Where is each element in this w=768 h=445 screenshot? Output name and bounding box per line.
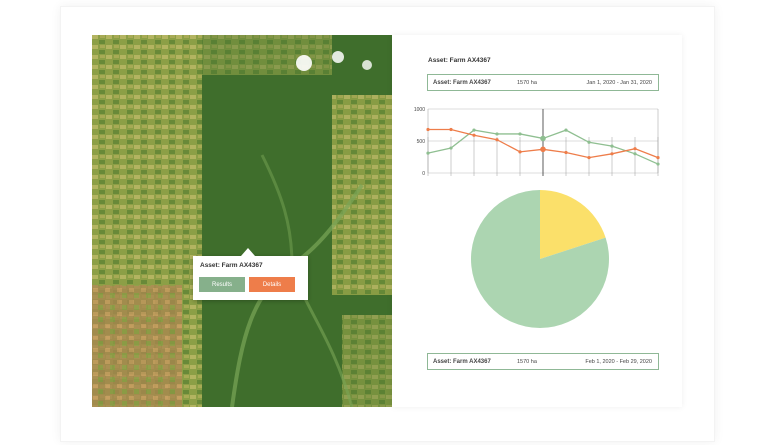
- data-point: [610, 152, 614, 156]
- satellite-image: [92, 35, 392, 407]
- info-bar-area: 1570 ha: [517, 359, 537, 365]
- data-point: [472, 128, 476, 132]
- data-point: [472, 133, 476, 137]
- data-point: [587, 140, 591, 144]
- info-bar-date-range: Feb 1, 2020 - Feb 29, 2020: [585, 359, 652, 365]
- info-bar-area: 1570 ha: [517, 80, 537, 86]
- y-tick-label: 1000: [414, 107, 425, 113]
- y-tick-label: 0: [422, 171, 425, 177]
- info-bar-date-range: Jan 1, 2020 - Jan 31, 2020: [586, 80, 652, 86]
- details-button[interactable]: Details: [249, 277, 295, 292]
- data-point: [449, 127, 453, 132]
- satellite-map[interactable]: [92, 35, 392, 407]
- data-point: [449, 146, 453, 150]
- pie-chart[interactable]: [470, 189, 610, 329]
- data-point: [495, 132, 499, 136]
- data-point: [518, 150, 522, 154]
- data-point: [540, 135, 546, 142]
- data-point: [518, 132, 522, 136]
- data-point: [564, 150, 568, 155]
- data-point: [540, 146, 546, 153]
- data-point: [633, 152, 637, 156]
- panel-title: Asset: Farm AX4367: [428, 57, 491, 64]
- asset-popup: Asset: Farm AX4367 Results Details: [193, 248, 308, 300]
- data-point: [426, 151, 430, 155]
- data-point: [656, 162, 660, 166]
- info-bar-january: Asset: Farm AX4367 1570 ha Jan 1, 2020 -…: [427, 74, 659, 91]
- popup-arrow: [241, 248, 255, 256]
- info-bar-february: Asset: Farm AX4367 1570 ha Feb 1, 2020 -…: [427, 353, 659, 370]
- data-point: [656, 156, 660, 160]
- data-point: [633, 147, 637, 151]
- info-bar-asset: Asset: Farm AX4367: [433, 80, 491, 86]
- data-point: [610, 144, 614, 148]
- results-button[interactable]: Results: [199, 277, 245, 292]
- results-panel: Asset: Farm AX4367 Asset: Farm AX4367 15…: [392, 35, 682, 407]
- data-point: [587, 156, 591, 160]
- data-point: [426, 127, 430, 132]
- line-chart[interactable]: 1000 500 0: [392, 103, 682, 185]
- info-bar-asset: Asset: Farm AX4367: [433, 359, 491, 365]
- popup-title: Asset: Farm AX4367: [200, 262, 263, 269]
- data-point: [495, 138, 499, 142]
- y-tick-label: 500: [417, 139, 426, 145]
- data-point: [564, 128, 568, 132]
